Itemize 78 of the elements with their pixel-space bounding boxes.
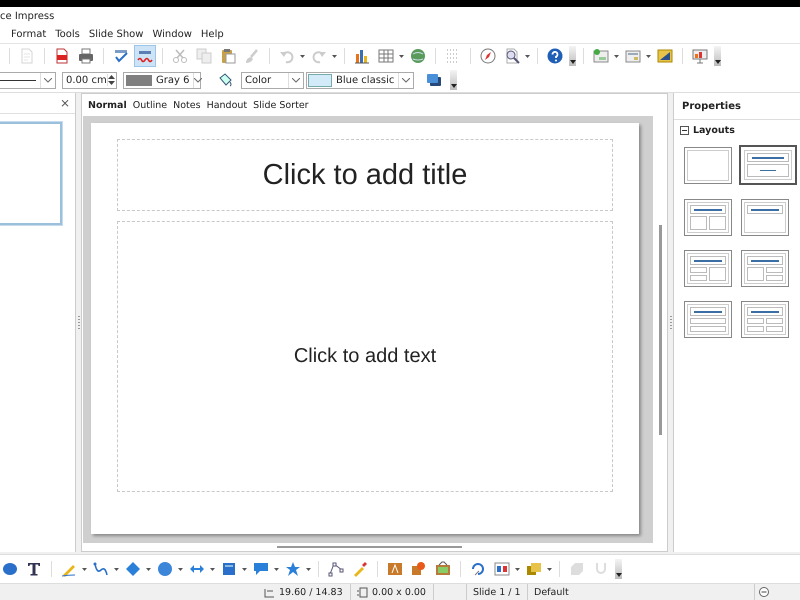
window-title: ce Impress — [0, 10, 54, 22]
section-title[interactable]: Layouts — [693, 125, 735, 136]
wavy-underline-icon[interactable] — [135, 46, 155, 66]
scrollbar[interactable] — [658, 224, 662, 434]
caret-icon[interactable] — [646, 54, 651, 58]
caret-icon[interactable] — [146, 568, 151, 570]
caret-icon[interactable] — [515, 568, 520, 570]
chevron-down-icon — [194, 78, 202, 82]
body-text: Click to add text — [294, 345, 436, 368]
toolbar-overflow-button[interactable] — [615, 559, 622, 579]
chevron-down-icon — [292, 78, 300, 82]
menu-item[interactable]: Tools — [55, 28, 80, 40]
layout-option[interactable] — [684, 147, 732, 184]
layout-option[interactable] — [684, 250, 732, 287]
slide-thumbnail[interactable] — [0, 122, 62, 225]
size-text: 0.00 x 0.00 — [372, 586, 426, 598]
caret-icon[interactable] — [306, 568, 311, 570]
caret-icon[interactable] — [210, 568, 215, 570]
layout-option[interactable] — [741, 250, 789, 287]
layout-option[interactable] — [684, 199, 732, 236]
spin-arrows-icon — [108, 74, 116, 86]
line-width-field[interactable]: 0.00 cm — [62, 72, 117, 88]
master-name: Default — [534, 586, 569, 598]
title-text: Click to add title — [262, 158, 468, 192]
area-fill-dropdown[interactable]: Blue classic — [306, 72, 414, 88]
view-tab[interactable]: Outline — [132, 100, 168, 110]
caret-icon[interactable] — [525, 54, 530, 58]
caret-icon[interactable] — [114, 568, 119, 570]
zoom-out-icon[interactable] — [759, 587, 769, 597]
layout-option[interactable] — [741, 301, 789, 338]
slide-counter: Slide 1 / 1 — [473, 586, 521, 598]
close-button[interactable]: × — [60, 97, 70, 109]
layout-option[interactable] — [741, 199, 789, 236]
menu-item[interactable]: Window — [152, 28, 192, 40]
caret-icon[interactable] — [82, 568, 87, 570]
view-tab[interactable]: Normal — [88, 100, 127, 110]
collapse-icon[interactable] — [680, 126, 689, 135]
caret-icon[interactable] — [614, 54, 619, 58]
scrollbar[interactable] — [277, 546, 462, 548]
size-icon — [357, 586, 368, 598]
caret-icon[interactable] — [399, 54, 404, 58]
caret-icon[interactable] — [274, 568, 279, 570]
title-placeholder[interactable]: Click to add title — [117, 139, 613, 211]
caret-icon[interactable] — [332, 54, 337, 58]
caret-icon — [570, 60, 576, 64]
printer-icon[interactable] — [76, 46, 96, 66]
view-tab[interactable]: Handout — [206, 100, 248, 110]
toolbar-overflow-button[interactable] — [569, 46, 576, 66]
caret-icon[interactable] — [178, 568, 183, 570]
circle-icon[interactable] — [155, 559, 175, 579]
panel-title: Properties — [682, 100, 741, 112]
help-icon[interactable] — [545, 46, 565, 66]
caret-icon — [616, 573, 622, 577]
view-tab[interactable]: Notes — [173, 100, 201, 110]
splitter-handle[interactable] — [78, 316, 80, 330]
layout-option[interactable] — [739, 145, 797, 185]
layout-option[interactable] — [684, 301, 732, 338]
caret-icon — [450, 84, 456, 88]
menu-item[interactable]: Help — [200, 28, 224, 40]
position-text: 19.60 / 14.83 — [279, 586, 343, 598]
chevron-down-icon — [402, 78, 410, 82]
menu-item[interactable]: Slide Show — [88, 28, 144, 40]
caret-icon[interactable] — [547, 568, 552, 570]
area-style-dropdown[interactable]: Color — [241, 72, 304, 88]
caret-icon[interactable] — [300, 54, 305, 58]
toolbar-overflow-button[interactable] — [450, 70, 457, 90]
splitter-handle[interactable] — [670, 316, 672, 330]
position-icon — [264, 586, 275, 598]
toolbar-overflow-button[interactable] — [714, 46, 721, 66]
line-color-dropdown[interactable]: Gray 6 — [123, 72, 201, 88]
line-style-dropdown[interactable] — [0, 72, 56, 88]
chevron-down-icon — [44, 78, 52, 82]
view-tab[interactable]: Slide Sorter — [253, 100, 309, 110]
caret-icon — [714, 60, 720, 64]
compass-icon[interactable] — [478, 46, 498, 66]
menu-item[interactable]: Format — [11, 28, 46, 40]
content-placeholder[interactable]: Click to add text — [117, 221, 613, 492]
caret-icon[interactable] — [242, 568, 247, 570]
